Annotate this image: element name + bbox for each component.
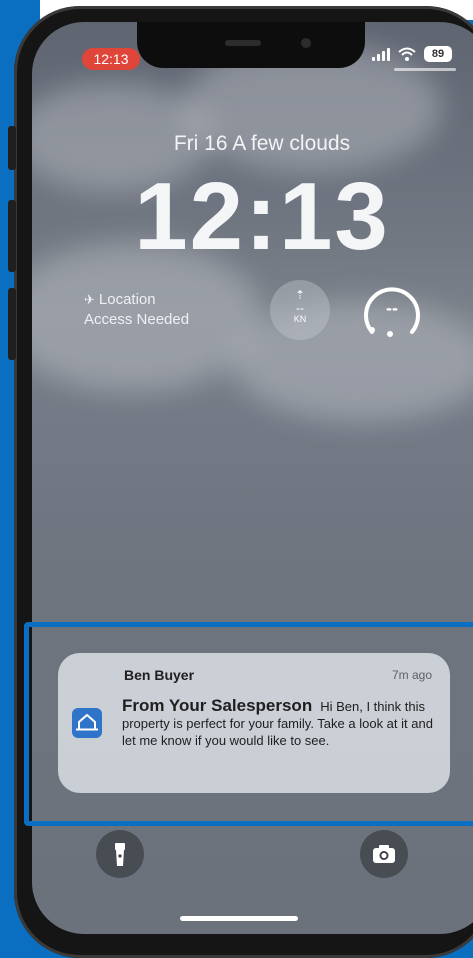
lock-clock: 12:13 [134, 163, 390, 270]
camera-icon [373, 845, 395, 863]
status-time[interactable]: 12:13 [82, 48, 140, 70]
location-widget[interactable]: ✈ Location Access Needed [84, 290, 189, 330]
uv-value: -- [386, 298, 398, 318]
battery-indicator: 89 [424, 46, 452, 62]
camera-button[interactable] [360, 830, 408, 878]
status-icons: 89 [372, 46, 452, 62]
wifi-icon [398, 47, 416, 61]
wind-value: -- [296, 301, 304, 315]
notification-highlight-frame [24, 622, 473, 826]
wind-icon: ⇡ [294, 288, 306, 302]
wind-unit: KN [293, 314, 307, 324]
speaker-grille [225, 40, 261, 46]
cloud [232, 302, 473, 422]
location-line1: Location [98, 291, 156, 308]
date-weather-line: Fri 16 A few clouds [173, 132, 351, 155]
home-indicator[interactable] [180, 916, 298, 921]
flashlight-icon [115, 843, 125, 866]
front-camera [301, 38, 311, 48]
wind-widget[interactable]: ⇡ -- KN [270, 280, 330, 340]
status-underline [394, 68, 456, 71]
location-line2: Access Needed [84, 311, 190, 328]
volume-up-button [8, 200, 16, 272]
mute-switch [8, 126, 16, 170]
uv-widget[interactable]: -- [360, 280, 424, 344]
flashlight-button[interactable] [96, 830, 144, 878]
volume-down-button [8, 288, 16, 360]
signal-icon [372, 47, 390, 61]
location-off-icon: ✈ [84, 292, 95, 307]
notch [137, 22, 365, 68]
